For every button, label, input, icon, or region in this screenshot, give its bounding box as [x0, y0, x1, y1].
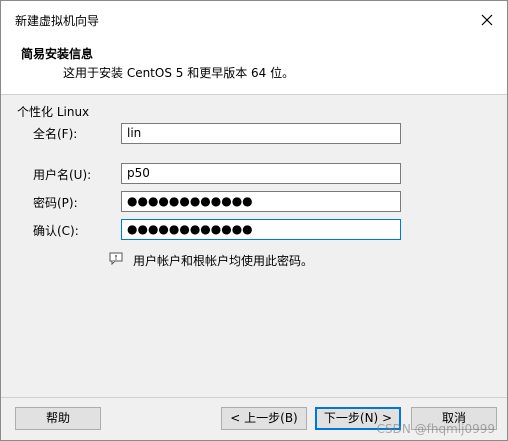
password-label: 密码(P):	[33, 196, 78, 210]
close-icon	[481, 14, 493, 26]
username-label: 用户名(U):	[33, 168, 92, 182]
comment-info-icon	[109, 252, 123, 265]
page-title: 简易安装信息	[21, 47, 94, 61]
fullname-input[interactable]: lin	[121, 123, 401, 144]
back-button[interactable]: < 上一步(B)	[221, 407, 307, 430]
cancel-button[interactable]: 取消	[411, 407, 497, 430]
info-text: 用户帐户和根帐户均使用此密码。	[133, 254, 314, 268]
button-bar: 帮助 < 上一步(B) 下一步(N) > 取消	[1, 397, 507, 440]
title-bar: 新建虚拟机向导	[1, 1, 507, 39]
wizard-header: 简易安装信息 这用于安装 CentOS 5 和更早版本 64 位。	[1, 39, 507, 95]
help-button[interactable]: 帮助	[15, 407, 101, 430]
window-title: 新建虚拟机向导	[15, 14, 100, 28]
next-button[interactable]: 下一步(N) >	[315, 407, 401, 430]
page-subtitle: 这用于安装 CentOS 5 和更早版本 64 位。	[63, 66, 295, 80]
wizard-dialog: 新建虚拟机向导 简易安装信息 这用于安装 CentOS 5 和更早版本 64 位…	[0, 0, 508, 441]
fullname-label: 全名(F):	[33, 127, 78, 141]
confirm-label: 确认(C):	[33, 224, 79, 238]
username-input[interactable]: p50	[121, 163, 401, 184]
wizard-content: 个性化 Linux 全名(F): lin 用户名(U): p50 密码(P): …	[1, 96, 507, 396]
section-label: 个性化 Linux	[17, 105, 90, 119]
close-button[interactable]	[477, 10, 497, 30]
confirm-password-input[interactable]: ●●●●●●●●●●●●	[121, 219, 401, 240]
password-input[interactable]: ●●●●●●●●●●●●	[121, 191, 401, 212]
